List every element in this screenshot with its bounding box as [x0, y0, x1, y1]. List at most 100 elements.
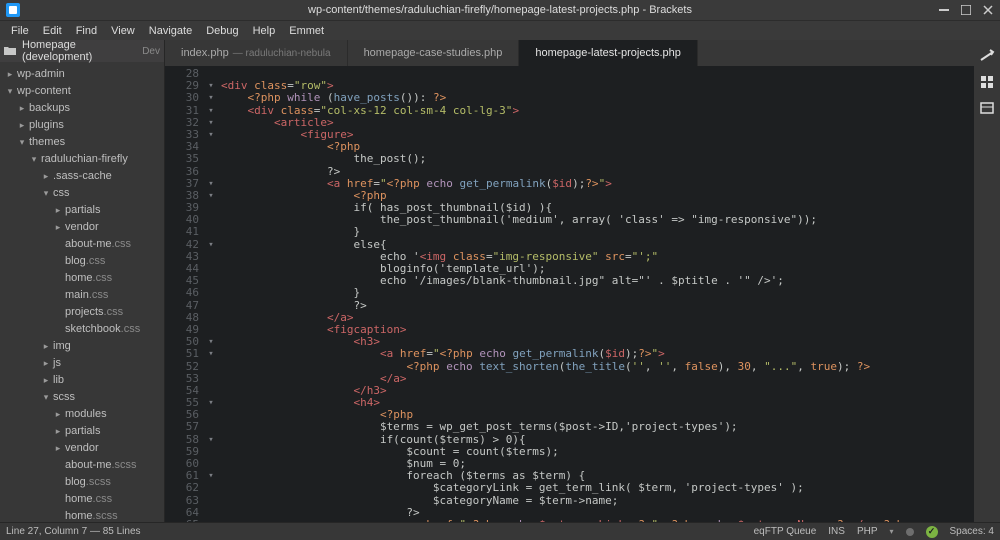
tree-item[interactable]: about-me.css	[0, 236, 164, 253]
menu-navigate[interactable]: Navigate	[142, 23, 199, 39]
tree-item[interactable]: ▸partials	[0, 202, 164, 219]
tree-item[interactable]: ▸modules	[0, 406, 164, 423]
indent-setting[interactable]: Spaces: 4	[950, 526, 994, 537]
tree-twisty-icon[interactable]: ▸	[54, 202, 62, 219]
tree-item[interactable]: about-me.scss	[0, 457, 164, 474]
fold-marker[interactable]: ▾	[205, 470, 217, 482]
code-line[interactable]: <div class="col-xs-12 col-sm-4 col-lg-3"…	[221, 105, 974, 117]
fold-marker[interactable]: ▾	[205, 92, 217, 104]
code-line[interactable]: $categoryName = $term->name;	[221, 495, 974, 507]
fold-marker[interactable]: ▾	[205, 80, 217, 92]
insert-mode[interactable]: INS	[828, 526, 845, 537]
code-line[interactable]: }	[221, 226, 974, 238]
tab[interactable]: homepage-latest-projects.php	[519, 40, 698, 66]
tree-item[interactable]: ▾themes	[0, 134, 164, 151]
tree-item[interactable]: home.css	[0, 270, 164, 287]
menu-help[interactable]: Help	[246, 23, 283, 39]
chevron-down-icon[interactable]: ▾	[890, 527, 894, 536]
tree-twisty-icon[interactable]: ▸	[42, 355, 50, 372]
fold-marker[interactable]: ▾	[205, 336, 217, 348]
tab[interactable]: homepage-case-studies.php	[348, 40, 520, 66]
extension-manager-icon[interactable]	[979, 74, 995, 90]
file-tree[interactable]: ▸wp-admin▾wp-content▸backups▸plugins▾the…	[0, 62, 164, 522]
fold-marker[interactable]: ▾	[205, 348, 217, 360]
tree-item[interactable]: ▸wp-admin	[0, 66, 164, 83]
fold-marker	[205, 421, 217, 433]
menu-emmet[interactable]: Emmet	[282, 23, 331, 39]
fold-marker[interactable]: ▾	[205, 434, 217, 446]
fold-gutter[interactable]: ▾▾▾▾▾▾▾▾▾▾▾▾▾	[205, 66, 217, 522]
fold-marker[interactable]: ▾	[205, 239, 217, 251]
panels-icon[interactable]	[979, 100, 995, 116]
menu-view[interactable]: View	[104, 23, 142, 39]
fold-marker[interactable]: ▾	[205, 397, 217, 409]
tree-twisty-icon[interactable]: ▸	[54, 406, 62, 423]
code-line[interactable]: <a href="<?php echo $categoryLink; ?>"><…	[221, 519, 974, 522]
code-line[interactable]: $categoryLink = get_term_link( $term, 'p…	[221, 482, 974, 494]
tree-twisty-icon[interactable]: ▸	[42, 168, 50, 185]
tree-twisty-icon[interactable]: ▸	[42, 338, 50, 355]
tree-ext: .scss	[86, 474, 111, 491]
tree-item[interactable]: ▸vendor	[0, 219, 164, 236]
menu-find[interactable]: Find	[69, 23, 104, 39]
tree-item[interactable]: blog.css	[0, 253, 164, 270]
tree-item[interactable]: home.scss	[0, 508, 164, 522]
tree-item[interactable]: ▾wp-content	[0, 83, 164, 100]
fold-marker[interactable]: ▾	[205, 129, 217, 141]
linting-dot-icon[interactable]	[906, 528, 914, 536]
project-selector[interactable]: Homepage (development) Dev	[0, 40, 164, 62]
minimize-button[interactable]	[938, 4, 950, 16]
menu-debug[interactable]: Debug	[199, 23, 245, 39]
tree-twisty-icon[interactable]: ▾	[30, 151, 38, 168]
tree-item[interactable]: ▸.sass-cache	[0, 168, 164, 185]
cursor-position[interactable]: Line 27, Column 7 — 85 Lines	[6, 526, 141, 537]
tree-twisty-icon[interactable]: ▸	[18, 100, 26, 117]
fold-marker[interactable]: ▾	[205, 178, 217, 190]
tree-item[interactable]: blog.scss	[0, 474, 164, 491]
tree-item[interactable]: ▸plugins	[0, 117, 164, 134]
tree-ext: .css	[93, 491, 113, 508]
tree-twisty-icon[interactable]: ▸	[42, 372, 50, 389]
fold-marker[interactable]: ▾	[205, 117, 217, 129]
tree-item[interactable]: ▸img	[0, 338, 164, 355]
close-button[interactable]	[982, 4, 994, 16]
menu-edit[interactable]: Edit	[36, 23, 69, 39]
menu-file[interactable]: File	[4, 23, 36, 39]
tree-item[interactable]: ▾scss	[0, 389, 164, 406]
eqftp-queue[interactable]: eqFTP Queue	[754, 526, 817, 537]
code-content[interactable]: <div class="row"> <?php while (have_post…	[217, 66, 974, 522]
tree-twisty-icon[interactable]: ▾	[42, 389, 50, 406]
tree-twisty-icon[interactable]: ▸	[54, 440, 62, 457]
tree-item[interactable]: ▾raduluchian-firefly	[0, 151, 164, 168]
code-line[interactable]: the_post();	[221, 153, 974, 165]
code-line[interactable]: }	[221, 287, 974, 299]
tree-item[interactable]: projects.css	[0, 304, 164, 321]
tree-twisty-icon[interactable]: ▸	[6, 66, 14, 83]
fold-marker[interactable]: ▾	[205, 190, 217, 202]
tree-item[interactable]: ▸lib	[0, 372, 164, 389]
tree-item[interactable]: sketchbook.css	[0, 321, 164, 338]
tree-twisty-icon[interactable]: ▸	[54, 219, 62, 236]
fold-marker[interactable]: ▾	[205, 105, 217, 117]
live-preview-icon[interactable]	[979, 48, 995, 64]
code-line[interactable]: if(count($terms) > 0){	[221, 434, 974, 446]
tree-twisty-icon[interactable]: ▸	[54, 423, 62, 440]
maximize-button[interactable]	[960, 4, 972, 16]
code-line[interactable]: $terms = wp_get_post_terms($post->ID,'pr…	[221, 421, 974, 433]
language-mode[interactable]: PHP	[857, 526, 878, 537]
status-ok-icon[interactable]: ✓	[926, 526, 938, 538]
tree-twisty-icon[interactable]: ▾	[42, 185, 50, 202]
tree-item[interactable]: home.css	[0, 491, 164, 508]
tab[interactable]: index.php— raduluchian-nebula	[165, 40, 348, 66]
tree-item[interactable]: main.css	[0, 287, 164, 304]
tree-item[interactable]: ▸partials	[0, 423, 164, 440]
tree-item[interactable]: ▸backups	[0, 100, 164, 117]
tree-twisty-icon[interactable]: ▾	[6, 83, 14, 100]
code-line[interactable]: <?php echo text_shorten(the_title('', ''…	[221, 361, 974, 373]
tree-item[interactable]: ▸js	[0, 355, 164, 372]
tree-item[interactable]: ▾css	[0, 185, 164, 202]
code-editor[interactable]: 2829303132333435363738394041424344454647…	[165, 66, 974, 522]
tree-item[interactable]: ▸vendor	[0, 440, 164, 457]
tree-twisty-icon[interactable]: ▾	[18, 134, 26, 151]
tree-twisty-icon[interactable]: ▸	[18, 117, 26, 134]
